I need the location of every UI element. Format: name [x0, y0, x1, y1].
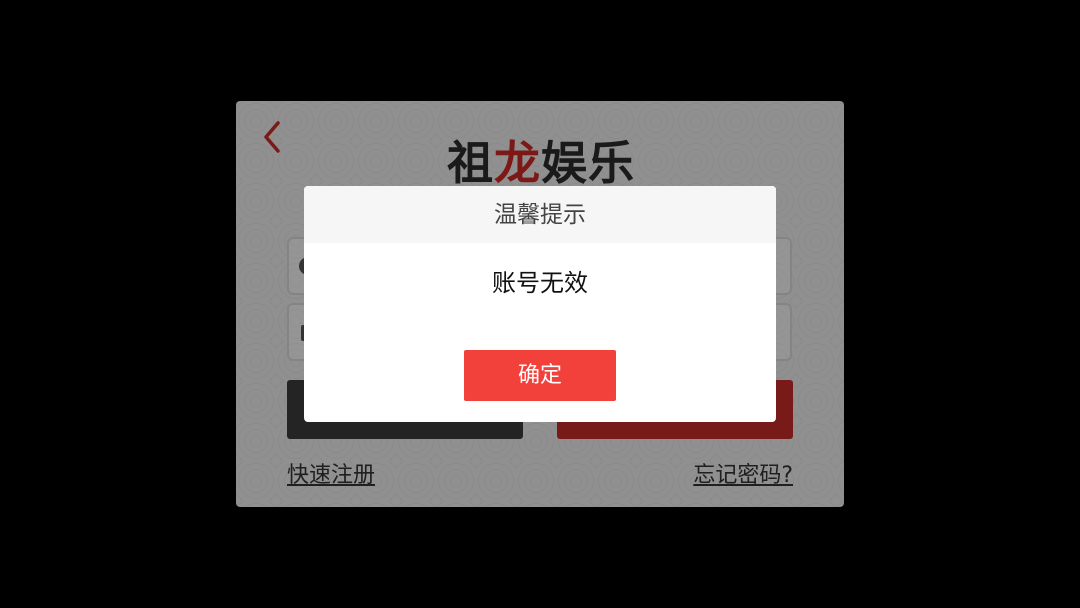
screen: 祖龙娱乐 快速注册 忘记密码? 温馨提示 账号无效 确定: [0, 0, 1080, 608]
dialog-title: 温馨提示: [304, 186, 776, 243]
alert-dialog: 温馨提示 账号无效 确定: [304, 186, 776, 422]
confirm-button[interactable]: 确定: [464, 350, 616, 401]
dialog-message: 账号无效: [492, 269, 588, 297]
